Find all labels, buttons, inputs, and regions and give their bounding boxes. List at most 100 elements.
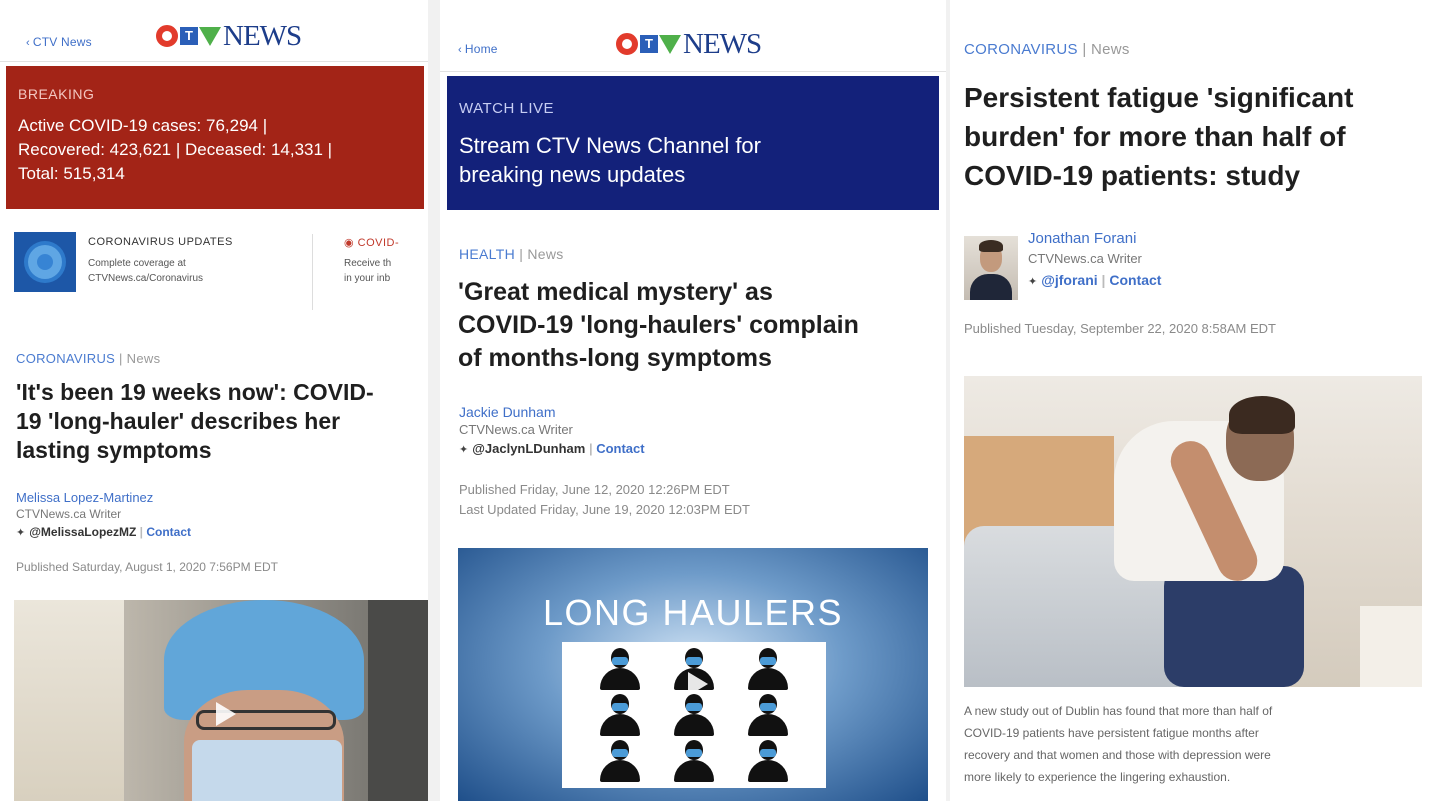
- headline-line-2: COVID-19 'long-haulers' complain: [458, 311, 859, 339]
- article-panel-1: ‹ CTV News T NEWS BREAKING Active COVID-1…: [0, 0, 428, 801]
- chevron-left-icon: ‹: [26, 37, 30, 49]
- section-suffix: News: [126, 351, 161, 366]
- breaking-banner[interactable]: BREAKING Active COVID-19 cases: 76,294 |…: [6, 66, 424, 209]
- promo-desc-line-2: CTVNews.ca/Coronavirus: [88, 273, 204, 284]
- top-bar: ‹ Home T NEWS: [440, 0, 946, 72]
- headline-line-2: 19 'long-hauler' describes her: [16, 408, 341, 434]
- author-name[interactable]: Jackie Dunham: [459, 404, 645, 420]
- published-date: Published Saturday, August 1, 2020 7:56P…: [16, 560, 278, 574]
- promo-title-2-label: COVID-: [357, 237, 400, 249]
- chevron-left-icon: ‹: [458, 44, 462, 56]
- author-role: CTVNews.ca Writer: [16, 507, 122, 521]
- byline-separator: |: [1101, 272, 1106, 288]
- breaking-line-1: Active COVID-19 cases: 76,294 |: [18, 116, 268, 135]
- article-headline: 'Great medical mystery' as COVID-19 'lon…: [458, 276, 946, 375]
- article-headline: Persistent fatigue 'significant burden' …: [964, 78, 1424, 195]
- published-date: Published Tuesday, September 22, 2020 8:…: [964, 321, 1276, 336]
- contact-link[interactable]: Contact: [1109, 272, 1161, 288]
- long-haulers-graphic: [562, 642, 826, 788]
- back-link-label: Home: [464, 42, 498, 56]
- section-suffix: News: [1091, 41, 1130, 58]
- twitter-handle[interactable]: @MelissaLopezMZ: [29, 525, 136, 539]
- back-link[interactable]: ‹ CTV News: [26, 35, 92, 49]
- headline-line-2: burden' for more than half of: [964, 121, 1346, 152]
- twitter-icon: ✦: [459, 444, 469, 456]
- published-date: Published Friday, June 12, 2020 12:26PM …: [459, 482, 730, 497]
- byline-separator: |: [139, 525, 143, 539]
- byline: Melissa Lopez-Martinez CTVNews.ca Writer…: [16, 490, 191, 539]
- section-label[interactable]: HEALTH | News: [459, 246, 564, 262]
- avatar[interactable]: [964, 236, 1018, 300]
- promo-desc2-line-2: in your inb: [344, 273, 391, 284]
- article-video-thumbnail[interactable]: [14, 600, 428, 801]
- author-name[interactable]: Melissa Lopez-Martinez: [16, 490, 191, 505]
- breaking-line-2: Recovered: 423,621 | Deceased: 14,331 |: [18, 140, 333, 159]
- logo-triangle: [199, 26, 221, 46]
- watch-live-banner[interactable]: WATCH LIVE Stream CTV News Channel for b…: [447, 76, 939, 210]
- twitter-icon: ✦: [1028, 276, 1038, 288]
- headline-line-1: Persistent fatigue 'significant: [964, 82, 1354, 113]
- top-bar: ‹ CTV News T NEWS: [0, 0, 428, 62]
- alert-icon: ◉: [344, 237, 358, 249]
- section-label[interactable]: CORONAVIRUS | News: [16, 351, 160, 366]
- contact-link[interactable]: Contact: [596, 441, 644, 456]
- article-panel-3: CORONAVIRUS | News Persistent fatigue 's…: [950, 0, 1429, 801]
- headline-line-3: lasting symptoms: [16, 437, 212, 463]
- image-title: LONG HAULERS: [542, 592, 844, 633]
- twitter-handle[interactable]: @JaclynLDunham: [472, 441, 585, 456]
- logo-square: T: [640, 35, 658, 53]
- article-headline: 'It's been 19 weeks now': COVID- 19 'lon…: [16, 378, 421, 465]
- twitter-icon: ✦: [16, 527, 26, 539]
- article-image[interactable]: [964, 376, 1422, 687]
- dates: Published Friday, June 12, 2020 12:26PM …: [459, 480, 750, 520]
- logo-circle: [156, 25, 178, 47]
- watch-live-line-1: Stream CTV News Channel for: [459, 133, 761, 158]
- twitter-handle[interactable]: @jforani: [1041, 272, 1097, 288]
- headline-line-3: of months-long symptoms: [458, 344, 772, 372]
- logo-word: NEWS: [683, 27, 762, 60]
- contact-link[interactable]: Contact: [146, 525, 191, 539]
- play-icon[interactable]: [206, 696, 242, 732]
- article-panel-2: ‹ Home T NEWS WATCH LIVE Stream CTV News …: [440, 0, 946, 801]
- headline-line-1: 'Great medical mystery' as: [458, 278, 773, 306]
- section-separator: |: [119, 351, 123, 366]
- logo-word: NEWS: [223, 19, 302, 52]
- author-social: ✦ @JaclynLDunham | Contact: [459, 441, 645, 456]
- promo-desc2-line-1: Receive th: [344, 258, 392, 269]
- caption-line-2: COVID-19 patients have persistent fatigu…: [964, 726, 1259, 740]
- section-name: HEALTH: [459, 246, 515, 262]
- section-separator: |: [1082, 41, 1087, 58]
- image-caption: A new study out of Dublin has found that…: [964, 700, 1424, 788]
- coronavirus-icon[interactable]: [14, 232, 76, 292]
- headline-line-3: COVID-19 patients: study: [964, 160, 1301, 191]
- promo-title-2[interactable]: ◉ COVID-: [344, 236, 399, 249]
- section-suffix: News: [527, 246, 564, 262]
- author-name[interactable]: Jonathan Forani: [1028, 230, 1161, 247]
- watch-live-line-2: breaking news updates: [459, 162, 686, 187]
- byline: Jackie Dunham CTVNews.ca Writer ✦ @Jaclyn…: [459, 404, 645, 456]
- caption-line-1: A new study out of Dublin has found that…: [964, 704, 1273, 718]
- article-video-thumbnail[interactable]: LONG HAULERS: [458, 548, 928, 801]
- ctv-news-logo[interactable]: T NEWS: [616, 27, 762, 60]
- byline: Jonathan Forani CTVNews.ca Writer ✦ @jfor…: [1028, 230, 1161, 288]
- promo-title[interactable]: CORONAVIRUS UPDATES: [88, 236, 233, 248]
- section-name: CORONAVIRUS: [964, 41, 1078, 58]
- ctv-news-logo[interactable]: T NEWS: [156, 19, 302, 52]
- back-link[interactable]: ‹ Home: [458, 42, 498, 56]
- back-link-label: CTV News: [32, 35, 92, 49]
- breaking-line-3: Total: 515,314: [18, 164, 125, 183]
- updated-date: Last Updated Friday, June 19, 2020 12:03…: [459, 502, 750, 517]
- play-icon[interactable]: [678, 666, 714, 702]
- logo-circle: [616, 33, 638, 55]
- watch-live-kicker: WATCH LIVE: [459, 100, 555, 117]
- promo-description: Complete coverage at CTVNews.ca/Coronavi…: [88, 256, 298, 286]
- section-label[interactable]: CORONAVIRUS | News: [964, 41, 1130, 58]
- caption-line-3: recovery and that women and those with d…: [964, 748, 1271, 762]
- author-role: CTVNews.ca Writer: [459, 422, 573, 437]
- promo-row: CORONAVIRUS UPDATES Complete coverage at…: [14, 230, 428, 310]
- caption-line-4: more likely to experience the lingering …: [964, 770, 1231, 784]
- author-social: ✦ @jforani | Contact: [1028, 272, 1161, 288]
- promo-divider: [312, 234, 313, 310]
- promo-description-2: Receive th in your inb: [344, 256, 391, 286]
- byline-separator: |: [588, 441, 593, 456]
